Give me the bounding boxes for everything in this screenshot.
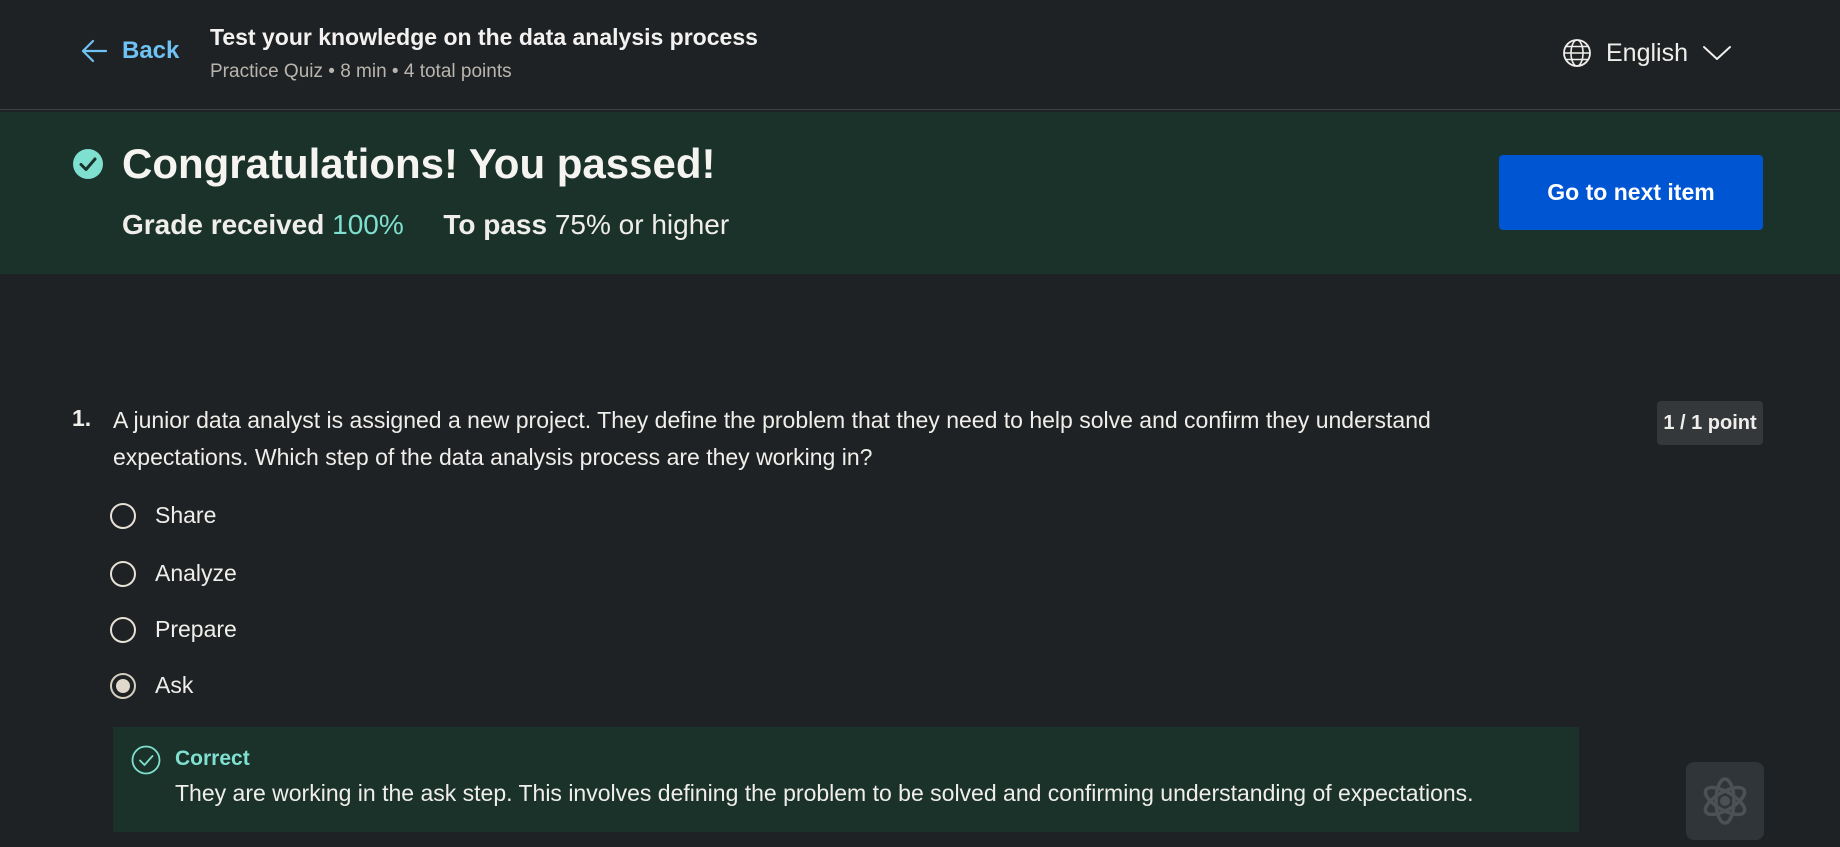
option-label: Analyze (155, 560, 237, 586)
option-label: Ask (155, 672, 194, 698)
option-label: Prepare (155, 616, 237, 642)
back-link[interactable]: Back (80, 37, 179, 65)
back-label: Back (122, 37, 180, 64)
quiz-header: Back Test your knowledge on the data ana… (0, 0, 1840, 110)
option-ask[interactable]: Ask (110, 672, 193, 699)
option-analyze[interactable]: Analyze (110, 560, 237, 587)
feedback-text: They are working in the ask step. This i… (175, 780, 1474, 806)
grade-label: Grade received (122, 209, 325, 240)
radio-button-selected[interactable] (110, 672, 136, 699)
quiz-title-block: Test your knowledge on the data analysis… (210, 24, 758, 83)
go-to-next-item-button[interactable]: Go to next item (1499, 155, 1763, 230)
language-label: English (1606, 38, 1688, 67)
grade-summary: Grade received 100% To pass 75% or highe… (122, 209, 729, 241)
answer-feedback: Correct They are working in the ask step… (113, 727, 1579, 832)
radio-button[interactable] (110, 616, 136, 643)
option-label: Share (155, 502, 217, 528)
check-circle-icon (73, 149, 103, 179)
feedback-status: Correct (175, 747, 250, 770)
ai-assistant-icon (1703, 777, 1747, 825)
pass-value: 75% or higher (554, 209, 730, 240)
question-number: 1. (72, 405, 92, 431)
quiz-meta: Practice Quiz • 8 min • 4 total points (210, 61, 512, 82)
radio-button[interactable] (110, 560, 136, 587)
congrats-heading: Congratulations! You passed! (122, 140, 716, 187)
pass-label: To pass (443, 209, 548, 240)
radio-button[interactable] (110, 502, 136, 529)
ai-assistant-button[interactable] (1686, 762, 1764, 840)
option-prepare[interactable]: Prepare (110, 616, 237, 643)
check-circle-outline-icon (131, 745, 161, 775)
chevron-down-icon (1703, 46, 1731, 60)
arrow-left-icon (81, 39, 108, 63)
language-selector[interactable]: English (1562, 38, 1732, 68)
quiz-title: Test your knowledge on the data analysis… (210, 24, 758, 50)
question-points-badge: 1 / 1 point (1657, 401, 1763, 445)
question-text: A junior data analyst is assigned a new … (113, 407, 1431, 470)
grade-value: 100% (332, 209, 404, 240)
globe-icon (1563, 39, 1591, 67)
option-share[interactable]: Share (110, 502, 216, 529)
